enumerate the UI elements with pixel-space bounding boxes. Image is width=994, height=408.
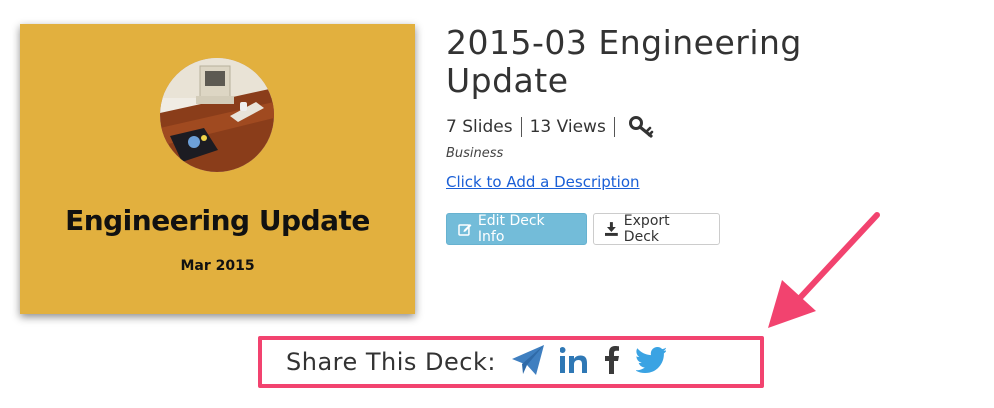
twitter-icon[interactable] bbox=[635, 347, 667, 377]
key-icon[interactable] bbox=[628, 116, 655, 138]
deck-category: Business bbox=[446, 146, 504, 161]
send-icon[interactable] bbox=[511, 345, 544, 379]
share-deck-bar: Share This Deck: bbox=[258, 336, 764, 388]
export-deck-label: Export Deck bbox=[623, 213, 670, 245]
deck-title: 2015-03 Engineering Update bbox=[446, 23, 802, 100]
view-count: 13 Views bbox=[529, 117, 606, 137]
share-label: Share This Deck: bbox=[286, 348, 496, 376]
download-icon bbox=[605, 222, 618, 236]
meta-divider bbox=[613, 117, 615, 137]
edit-icon bbox=[458, 224, 472, 236]
slide-count: 7 Slides bbox=[446, 117, 513, 137]
thumbnail-date: Mar 2015 bbox=[180, 258, 255, 274]
edit-deck-info-button[interactable]: Edit Deck Info bbox=[446, 213, 587, 245]
deck-thumbnail[interactable]: Engineering Update Mar 2015 bbox=[20, 24, 415, 314]
deck-thumbnail-photo bbox=[160, 58, 274, 172]
facebook-icon[interactable] bbox=[604, 346, 620, 378]
meta-divider bbox=[520, 117, 522, 137]
add-description-link[interactable]: Click to Add a Description bbox=[446, 173, 640, 191]
annotation-arrow-icon bbox=[768, 212, 880, 328]
linkedin-icon[interactable] bbox=[559, 347, 588, 377]
deck-meta: 7 Slides 13 Views bbox=[446, 116, 655, 138]
thumbnail-title: Engineering Update bbox=[65, 204, 370, 237]
edit-deck-info-label: Edit Deck Info bbox=[477, 213, 545, 245]
export-deck-button[interactable]: Export Deck bbox=[593, 213, 720, 245]
